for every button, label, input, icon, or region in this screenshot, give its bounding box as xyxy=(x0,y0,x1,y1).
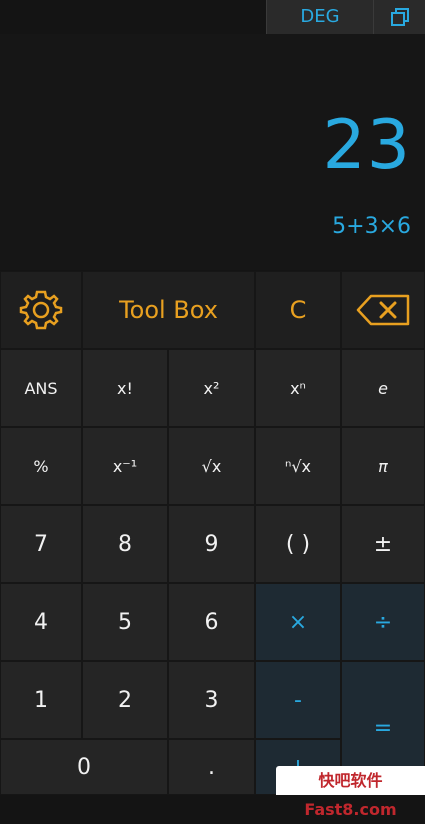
divide-key[interactable]: ÷ xyxy=(341,583,425,661)
expression-text: 5+3×6 xyxy=(332,214,411,239)
digit-9-key[interactable]: 9 xyxy=(168,505,255,583)
angle-mode-button[interactable]: DEG xyxy=(266,0,373,34)
calculator-display: 23 5+3×6 xyxy=(0,34,425,270)
tool-box-button[interactable]: Tool Box xyxy=(82,271,255,349)
digit-1-key[interactable]: 1 xyxy=(0,661,82,739)
digit-2-key[interactable]: 2 xyxy=(82,661,168,739)
result-value: 23 xyxy=(322,106,411,185)
digit-4-key[interactable]: 4 xyxy=(0,583,82,661)
digit-5-key[interactable]: 5 xyxy=(82,583,168,661)
square-key[interactable]: x² xyxy=(168,349,255,427)
clear-button[interactable]: C xyxy=(255,271,341,349)
pi-key[interactable]: π xyxy=(341,427,425,505)
ans-key[interactable]: ANS xyxy=(0,349,82,427)
nth-root-key[interactable]: ⁿ√x xyxy=(255,427,341,505)
digit-7-key[interactable]: 7 xyxy=(0,505,82,583)
euler-key[interactable]: e xyxy=(341,349,425,427)
watermark-banner: 快吧软件 Fast8.com xyxy=(276,766,425,819)
factorial-key[interactable]: x! xyxy=(82,349,168,427)
plus-minus-key[interactable]: ± xyxy=(341,505,425,583)
digit-0-key[interactable]: 0 xyxy=(0,739,168,795)
digit-6-key[interactable]: 6 xyxy=(168,583,255,661)
power-key[interactable]: xⁿ xyxy=(255,349,341,427)
digit-3-key[interactable]: 3 xyxy=(168,661,255,739)
percent-key[interactable]: % xyxy=(0,427,82,505)
digit-8-key[interactable]: 8 xyxy=(82,505,168,583)
decimal-key[interactable]: . xyxy=(168,739,255,795)
sqrt-key[interactable]: √x xyxy=(168,427,255,505)
minus-key[interactable]: - xyxy=(255,661,341,739)
copy-button[interactable] xyxy=(373,0,425,34)
backspace-icon xyxy=(356,294,410,326)
backspace-button[interactable] xyxy=(341,271,425,349)
parentheses-key[interactable]: ( ) xyxy=(255,505,341,583)
settings-gear-icon xyxy=(19,290,63,330)
settings-button[interactable] xyxy=(0,271,82,349)
multiply-key[interactable]: × xyxy=(255,583,341,661)
keypad: Tool Box C ANS x! x² xⁿ e % x⁻¹ √x ⁿ√x π… xyxy=(0,271,425,795)
reciprocal-key[interactable]: x⁻¹ xyxy=(82,427,168,505)
top-bar: DEG xyxy=(0,0,425,34)
copy-icon xyxy=(391,8,409,26)
